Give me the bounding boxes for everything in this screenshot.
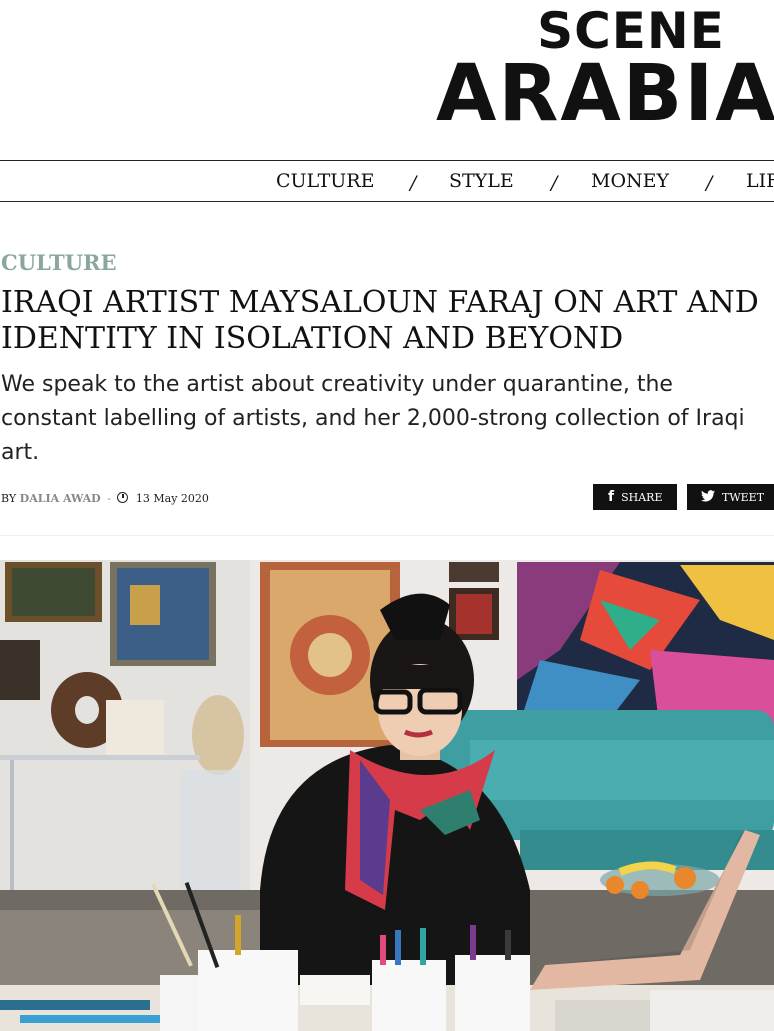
publish-date: 13 May 2020	[135, 492, 209, 505]
clock-icon	[117, 492, 129, 503]
tweet-button[interactable]: TWEET	[687, 484, 774, 510]
main-nav: CULTURE / STYLE / MONEY / LIF	[0, 160, 774, 202]
nav-item-money[interactable]: MONEY	[591, 161, 669, 201]
article-category[interactable]: CULTURE	[1, 250, 116, 275]
byline: BY DALIA AWAD - 13 May 2020	[1, 492, 209, 505]
nav-item-style[interactable]: STYLE	[449, 161, 514, 201]
article-dek: We speak to the artist about creativity …	[1, 372, 745, 465]
nav-separator: /	[410, 172, 417, 194]
share-label: SHARE	[621, 491, 663, 504]
facebook-icon: f	[608, 489, 615, 505]
nav-separator: /	[706, 172, 713, 194]
divider	[0, 535, 774, 536]
nav-separator: /	[551, 172, 558, 194]
byline-dash: -	[107, 492, 111, 505]
author-link[interactable]: DALIA AWAD	[20, 492, 101, 505]
byline-by: BY	[1, 492, 17, 505]
nav-item-lifestyle[interactable]: LIF	[746, 161, 774, 201]
tweet-label: TWEET	[722, 491, 765, 504]
site-logo[interactable]: SCENE ARABIA	[436, 4, 774, 139]
nav-item-culture[interactable]: CULTURE	[276, 161, 374, 201]
featured-image	[0, 560, 774, 1031]
article-headline: IRAQI ARTIST MAYSALOUN FARAJ ON ART AND …	[1, 285, 759, 356]
logo-line-2: ARABIA	[436, 49, 774, 139]
twitter-icon	[701, 484, 715, 510]
share-button[interactable]: f SHARE	[593, 484, 677, 510]
